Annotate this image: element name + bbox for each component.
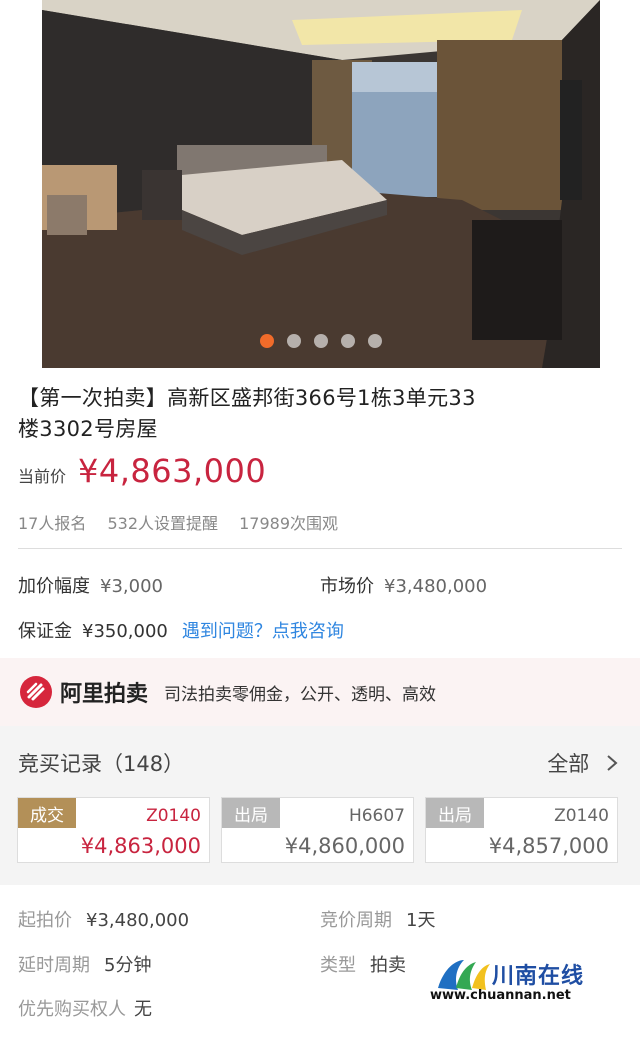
increment-label: 加价幅度 xyxy=(18,576,90,597)
bid-record-card[interactable]: 成交 Z0140 ¥4,863,000 xyxy=(17,797,210,863)
gallery-dot[interactable] xyxy=(341,334,355,348)
bidder-id: Z0140 xyxy=(146,806,201,826)
gallery-dots[interactable] xyxy=(42,334,600,348)
watermark-logo-icon xyxy=(438,960,490,990)
bidder-id: Z0140 xyxy=(554,806,609,826)
bid-cycle-label: 竞价周期 xyxy=(320,910,392,931)
view-all-label: 全部 xyxy=(547,752,590,776)
current-price-label: 当前价 xyxy=(18,467,67,486)
signup-count: 17人报名 xyxy=(18,514,87,533)
help-link[interactable]: 遇到问题？点我咨询 xyxy=(182,621,344,642)
bid-price: ¥4,860,000 xyxy=(284,834,405,858)
divider xyxy=(18,548,622,549)
reminder-count: 532人设置提醒 xyxy=(107,514,219,533)
bid-status-badge: 出局 xyxy=(222,798,280,828)
market-price-value: ¥3,480,000 xyxy=(384,576,488,597)
current-price-row: 当前价 ¥4,863,000 xyxy=(18,452,266,490)
bid-price: ¥4,863,000 xyxy=(80,834,201,858)
start-price-label: 起拍价 xyxy=(18,910,72,931)
view-all-bids-link[interactable]: 全部 xyxy=(547,748,618,778)
deposit-label: 保证金 xyxy=(18,621,72,642)
increment-value: ¥3,000 xyxy=(100,576,163,597)
start-price-value: ¥3,480,000 xyxy=(86,910,190,931)
ali-auction-banner[interactable]: 阿里拍卖 司法拍卖零佣金，公开、透明、高效 xyxy=(0,658,640,726)
ali-auction-logo-icon xyxy=(20,676,52,708)
type-label: 类型 xyxy=(320,955,356,976)
market-price-row: 市场价 ¥3,480,000 xyxy=(320,572,487,598)
delay-cycle-row: 延时周期 5分钟 xyxy=(18,951,151,977)
type-value: 拍卖 xyxy=(370,955,406,976)
listing-title: 【第一次拍卖】高新区盛邦街366号1栋3单元33楼3302号房屋 xyxy=(18,386,476,441)
priority-buyer-label: 优先购买权人 xyxy=(18,999,126,1020)
market-price-label: 市场价 xyxy=(320,576,374,597)
gallery-dot[interactable] xyxy=(368,334,382,348)
bid-records-title: 竞买记录（148） xyxy=(18,752,185,776)
deposit-value: ¥350,000 xyxy=(82,621,168,642)
site-watermark: 川南在线 www.chuannan.net xyxy=(430,958,610,1008)
priority-buyer-value: 无 xyxy=(134,999,152,1020)
priority-buyer-row: 优先购买权人无 xyxy=(18,995,152,1021)
bid-cycle-value: 1天 xyxy=(406,910,436,931)
delay-cycle-label: 延时周期 xyxy=(18,955,90,976)
type-row: 类型 拍卖 xyxy=(320,951,406,977)
bid-cycle-row: 竞价周期 1天 xyxy=(320,906,435,932)
gallery-dot[interactable] xyxy=(260,334,274,348)
bid-record-card[interactable]: 出局 H6607 ¥4,860,000 xyxy=(221,797,414,863)
bid-status-badge: 出局 xyxy=(426,798,484,828)
gallery-dot[interactable] xyxy=(287,334,301,348)
gallery-dot[interactable] xyxy=(314,334,328,348)
watermark-url: www.chuannan.net xyxy=(430,988,571,1003)
bid-price: ¥4,857,000 xyxy=(488,834,609,858)
bidder-id: H6607 xyxy=(348,806,405,826)
bid-status-badge: 成交 xyxy=(18,798,76,828)
deposit-row: 保证金 ¥350,000 遇到问题？点我咨询 xyxy=(18,617,344,643)
bedroom-image xyxy=(42,0,600,368)
start-price-row: 起拍价 ¥3,480,000 xyxy=(18,906,189,932)
ali-auction-brand: 阿里拍卖 xyxy=(60,682,149,707)
listing-stats: 17人报名 532人设置提醒 17989次围观 xyxy=(18,510,354,534)
watermark-name: 川南在线 xyxy=(492,964,585,989)
current-price: ¥4,863,000 xyxy=(78,452,267,490)
view-count: 17989次围观 xyxy=(239,514,339,533)
chevron-right-icon xyxy=(606,752,618,776)
delay-cycle-value: 5分钟 xyxy=(104,955,152,976)
ali-auction-slogan: 司法拍卖零佣金，公开、透明、高效 xyxy=(164,684,437,705)
property-photo[interactable] xyxy=(42,0,600,368)
increment-row: 加价幅度 ¥3,000 xyxy=(18,572,163,598)
bid-record-card[interactable]: 出局 Z0140 ¥4,857,000 xyxy=(425,797,618,863)
